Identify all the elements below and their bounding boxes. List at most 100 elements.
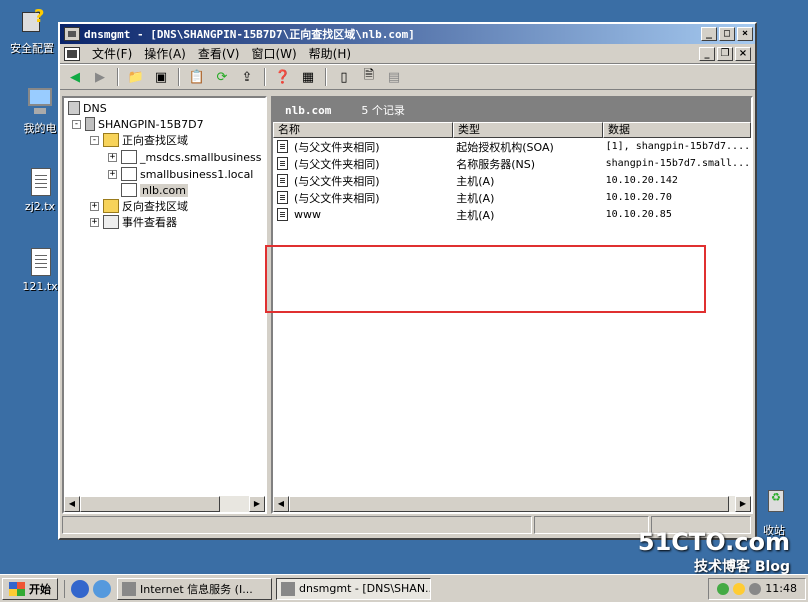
record-data: shangpin-15b7d7.small... [605,158,751,169]
task-label: Internet 信息服务 (I... [140,582,253,596]
maximize-button[interactable]: □ [719,27,735,41]
record-name: (与父文件夹相同) [294,140,380,154]
menu-window[interactable]: 窗口(W) [245,45,302,62]
system-tray: 11:48 [708,577,806,600]
server-icon[interactable]: ▯ [333,67,355,87]
window-title: dnsmgmt - [DNS\SHANGPIN-15B7D7\正向查找区域\nl… [84,28,415,41]
scroll-thumb[interactable] [80,496,220,512]
tree-item-msdcs[interactable]: + _msdcs.smallbusiness [108,149,261,165]
dns-icon [68,101,80,115]
tree-item-label: _msdcs.smallbusiness [140,150,262,164]
task-iis[interactable]: Internet 信息服务 (I... [117,577,272,600]
scroll-left-icon[interactable]: ◀ [273,496,289,512]
refresh-icon[interactable]: ⟳ [211,67,233,87]
close-button[interactable]: × [737,27,753,41]
mmc-pane-icon[interactable]: ▦ [297,67,319,87]
expand-toggle[interactable]: + [108,152,117,162]
desktop-icon-label: 安全配置 [10,42,54,55]
column-header-data[interactable]: 数据 [603,122,751,138]
menu-file[interactable]: 文件(F) [86,45,138,62]
column-header-name[interactable]: 名称 [273,122,453,138]
tree-item-reverse-zones[interactable]: + 反向查找区域 [90,198,188,214]
task-dnsmgmt[interactable]: dnsmgmt - [DNS\SHAN... [276,577,431,600]
menu-view[interactable]: 查看(V) [192,45,246,62]
tree-horizontal-scrollbar[interactable]: ◀ ▶ [64,496,265,512]
scroll-track[interactable] [80,496,249,512]
record-type: 起始授权机构(SOA) [456,140,554,154]
record-row[interactable]: (与父文件夹相同) 主机(A) 10.10.20.70 [273,189,751,206]
properties-icon[interactable]: 📋 [186,67,208,87]
child-close-button[interactable]: × [735,46,751,61]
tree-item-forward-zones[interactable]: - 正向查找区域 [90,132,188,148]
computer-icon [24,86,56,118]
tree-item-dns[interactable]: DNS [68,100,107,116]
child-minimize-button[interactable]: _ [699,46,715,61]
minimize-button[interactable]: _ [701,27,717,41]
new-record-icon[interactable]: 🗎 [358,67,380,87]
menu-help[interactable]: 帮助(H) [303,45,357,62]
tree-item-event-viewer[interactable]: + 事件查看器 [90,214,177,230]
back-icon[interactable]: ◀ [64,67,86,87]
recycle-bin-icon: ♻ [758,488,790,520]
expand-toggle[interactable]: + [108,169,117,179]
volume-icon[interactable] [749,582,762,595]
expand-toggle[interactable]: + [90,201,99,211]
text-file-icon [24,166,56,198]
toolbar-separator [264,68,266,86]
scroll-track[interactable] [289,496,735,512]
record-row[interactable]: (与父文件夹相同) 起始授权机构(SOA) [1], shangpin-15b7… [273,138,751,155]
ie-icon[interactable] [71,579,89,598]
record-row[interactable]: (与父文件夹相同) 主机(A) 10.10.20.142 [273,172,751,189]
scroll-thumb[interactable] [289,496,729,512]
tree-item-server[interactable]: - SHANGPIN-15B7D7 [72,116,204,132]
scroll-left-icon[interactable]: ◀ [64,496,80,512]
tree-item-nlb-com[interactable]: nlb.com [121,182,188,198]
taskbar: 开始 Internet 信息服务 (I... dnsmgmt - [DNS\SH… [0,574,808,602]
console-icon[interactable] [64,46,80,61]
record-row[interactable]: (与父文件夹相同) 名称服务器(NS) shangpin-15b7d7.smal… [273,155,751,172]
record-row[interactable]: www 主机(A) 10.10.20.85 [273,206,751,223]
new-domain-icon[interactable]: ▤ [383,67,405,87]
detail-header: nlb.com 5 个记录 [273,98,751,122]
watermark: 51CTO.com 技术博客 Blog [638,528,790,576]
zone-name: nlb.com [285,103,332,117]
start-label: 开始 [29,582,51,596]
scroll-right-icon[interactable]: ▶ [249,496,265,512]
collapse-toggle[interactable]: - [90,135,99,145]
tree-item-label-selected: nlb.com [140,183,188,197]
tree-item-smallbusiness1[interactable]: + smallbusiness1.local [108,166,253,182]
menu-bar: 文件(F) 操作(A) 查看(V) 窗口(W) 帮助(H) _ ❐ × [60,44,755,64]
tree-item-label: 正向查找区域 [122,134,188,147]
export-list-icon[interactable]: ⇪ [236,67,258,87]
detail-horizontal-scrollbar[interactable]: ◀ ▶ [273,496,751,512]
task-label: dnsmgmt - [DNS\SHAN... [299,582,431,595]
zone-icon [121,167,137,181]
tree-pane[interactable]: DNS - SHANGPIN-15B7D7 - 正向查找区域 + _msdcs.… [62,96,267,514]
record-data: 10.10.20.85 [605,209,672,220]
show-hide-tree-icon[interactable]: ▣ [150,67,172,87]
ie-browser-icon[interactable] [93,579,111,598]
security-shield-icon[interactable] [733,582,746,595]
up-folder-icon[interactable]: 📁 [125,67,147,87]
tree-item-label: smallbusiness1.local [140,167,254,181]
network-icon[interactable] [717,582,730,595]
iis-icon [122,581,136,596]
tree-item-label: SHANGPIN-15B7D7 [98,117,204,131]
scroll-right-icon[interactable]: ▶ [735,496,751,512]
help-icon[interactable]: ❓ [272,67,294,87]
menu-action[interactable]: 操作(A) [138,45,192,62]
title-bar[interactable]: dnsmgmt - [DNS\SHANGPIN-15B7D7\正向查找区域\nl… [60,24,755,44]
expand-toggle[interactable]: + [90,217,99,227]
start-button[interactable]: 开始 [2,577,58,600]
forward-icon[interactable]: ▶ [89,67,111,87]
zone-icon [121,183,137,197]
mmc-app-icon [64,27,80,41]
desktop-icon-security-config[interactable]: ? 安全配置 [2,6,62,56]
record-data: [1], shangpin-15b7d7.... [605,141,751,152]
toolbar-separator [178,68,180,86]
windows-flag-icon [9,581,25,596]
collapse-toggle[interactable]: - [72,119,81,129]
watermark-main: 51CTO.com [637,528,790,556]
child-restore-button[interactable]: ❐ [717,46,733,61]
column-header-type[interactable]: 类型 [453,122,603,138]
